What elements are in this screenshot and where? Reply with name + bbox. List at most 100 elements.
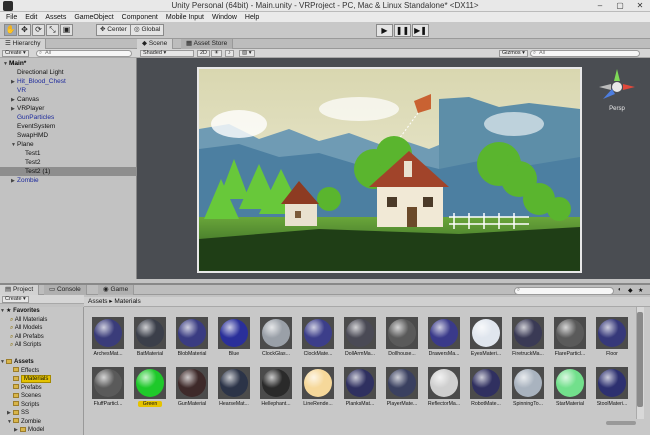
minimize-icon[interactable]: – (590, 0, 610, 12)
folder-item[interactable]: Materials (0, 375, 83, 384)
menu-window[interactable]: Window (208, 14, 241, 21)
material-asset[interactable]: ClockMate... (298, 317, 338, 361)
play-button[interactable]: ▶ (376, 24, 393, 37)
favorite-item[interactable]: ⌕ All Materials (0, 316, 83, 325)
material-asset[interactable]: ArchesMat... (88, 317, 128, 361)
material-asset[interactable]: EyesMateri... (466, 317, 506, 361)
folder-item[interactable]: Scenes (0, 392, 83, 401)
zoom-slider[interactable] (606, 421, 636, 425)
hierarchy-item[interactable]: ▶ Hit_Blood_Chest (0, 77, 137, 86)
hierarchy-item[interactable]: Test2 (0, 158, 137, 167)
folder-item[interactable]: ▶ SS (0, 409, 83, 418)
hierarchy-item[interactable]: ▶ VRPlayer (0, 104, 137, 113)
create-button[interactable]: Create ▾ (2, 50, 29, 57)
material-asset[interactable]: StoolMateri... (592, 367, 632, 411)
material-asset[interactable]: BatMaterial (130, 317, 170, 361)
hierarchy-item[interactable]: Test1 (0, 149, 137, 158)
project-search-input[interactable]: ⌕ (514, 287, 614, 295)
effects-dropdown-icon[interactable]: ▨ ▾ (239, 50, 255, 57)
rect-tool-icon[interactable]: ▣ (60, 24, 73, 36)
folder-item[interactable]: ▶ Model (0, 426, 83, 435)
material-asset[interactable]: DrawersMa... (424, 317, 464, 361)
material-asset[interactable]: StarMaterial (550, 367, 590, 411)
asset-scrollbar-thumb[interactable] (637, 312, 643, 407)
2d-toggle[interactable]: 2D (197, 50, 211, 57)
favorite-item[interactable]: ⌕ All Models (0, 324, 83, 333)
material-asset[interactable]: Hellephant... (256, 367, 296, 411)
menu-assets[interactable]: Assets (41, 14, 70, 21)
maximize-icon[interactable]: ▢ (610, 0, 630, 12)
breadcrumb[interactable]: Assets ▸ Materials (84, 297, 650, 307)
material-asset[interactable]: DollArmMa... (340, 317, 380, 361)
gizmos-dropdown[interactable]: Gizmos ▾ (499, 50, 528, 57)
favorite-search-icon[interactable]: ★ (638, 287, 643, 294)
shading-dropdown[interactable]: Shaded ▾ (140, 50, 194, 57)
menu-help[interactable]: Help (241, 14, 263, 21)
material-asset[interactable]: Dollhouse... (382, 317, 422, 361)
material-asset[interactable]: FiretruckMa... (508, 317, 548, 361)
hierarchy-item[interactable]: ▼Main* (0, 59, 137, 68)
menu-mobile-input[interactable]: Mobile Input (162, 14, 208, 21)
material-asset[interactable]: GunMaterial (172, 367, 212, 411)
move-tool-icon[interactable]: ✥ (18, 24, 31, 36)
step-button[interactable]: ▶❚ (412, 24, 429, 37)
hierarchy-item[interactable]: SwapHMD (0, 131, 137, 140)
hierarchy-item[interactable]: EventSystem (0, 122, 137, 131)
hierarchy-item[interactable]: VR (0, 86, 137, 95)
material-asset[interactable]: LineRende... (298, 367, 338, 411)
material-asset[interactable]: FlareParticl... (550, 317, 590, 361)
menu-component[interactable]: Component (118, 14, 162, 21)
audio-toggle-icon[interactable]: ♪ (225, 50, 234, 57)
material-asset[interactable]: ReflectorMa... (424, 367, 464, 411)
orientation-gizmo[interactable]: Persp (597, 67, 637, 117)
scene-viewport[interactable] (197, 67, 582, 273)
folder-item[interactable]: Scripts (0, 401, 83, 410)
hierarchy-item[interactable]: ▶ Canvas (0, 95, 137, 104)
tab-game[interactable]: ◉ Game (98, 285, 135, 295)
material-asset[interactable]: ClockGlas... (256, 317, 296, 361)
hierarchy-item[interactable]: Test2 (1) (0, 167, 137, 176)
rotate-tool-icon[interactable]: ⟳ (32, 24, 45, 36)
material-asset[interactable]: SpinningTo... (508, 367, 548, 411)
menu-edit[interactable]: Edit (21, 14, 41, 21)
project-create-button[interactable]: Create ▾ (2, 296, 29, 303)
scene-search-input[interactable]: ⌕ All (530, 50, 640, 57)
tab-scene[interactable]: ◆ Scene (137, 39, 174, 49)
filter-by-label-icon[interactable]: ◆ (628, 287, 633, 294)
material-asset[interactable]: FluffParticl... (88, 367, 128, 411)
hierarchy-item[interactable]: Directional Light (0, 68, 137, 77)
tab-hierarchy[interactable]: ☰ Hierarchy (0, 39, 47, 49)
folder-item[interactable]: Prefabs (0, 384, 83, 393)
pause-button[interactable]: ❚❚ (394, 24, 411, 37)
favorite-item[interactable]: ⌕ All Prefabs (0, 333, 83, 342)
tab-asset-store[interactable]: ▦ Asset Store (181, 39, 234, 49)
scale-tool-icon[interactable]: ⤡ (46, 24, 59, 36)
tab-project[interactable]: ▤ Project (0, 285, 40, 295)
folder-item[interactable]: Effects (0, 367, 83, 376)
hierarchy-item[interactable]: ▼Plane (0, 140, 137, 149)
material-asset[interactable]: Green (130, 367, 170, 411)
hand-tool-icon[interactable]: ✋ (4, 24, 17, 36)
pivot-center-button[interactable]: ✥ Center (96, 24, 131, 36)
pivot-global-button[interactable]: ◎ Global (130, 24, 165, 36)
material-asset[interactable]: HearseMat... (214, 367, 254, 411)
material-asset[interactable]: Floor (592, 317, 632, 361)
assets-header[interactable]: ▼ Assets (0, 358, 83, 367)
material-asset[interactable]: Blue (214, 317, 254, 361)
folder-item[interactable]: ▼ Zombie (0, 418, 83, 427)
material-asset[interactable]: PlayerMate... (382, 367, 422, 411)
material-asset[interactable]: PlanksMat... (340, 367, 380, 411)
hierarchy-item[interactable]: ▶ Zombie (0, 176, 137, 185)
hierarchy-item[interactable]: GunParticles (0, 113, 137, 122)
filter-by-type-icon[interactable]: ◐ (618, 287, 622, 293)
menu-file[interactable]: File (2, 14, 21, 21)
close-icon[interactable]: ✕ (630, 0, 650, 12)
material-asset[interactable]: BlobMaterial (172, 317, 212, 361)
tab-console[interactable]: ▭ Console (44, 285, 87, 295)
hierarchy-search-input[interactable]: ⌕ All (36, 50, 132, 57)
lighting-toggle-icon[interactable]: ☀ (211, 50, 222, 57)
menu-gameobject[interactable]: GameObject (70, 14, 117, 21)
favorite-item[interactable]: ⌕ All Scripts (0, 341, 83, 350)
favorites-header[interactable]: ▼★ Favorites (0, 307, 83, 316)
persp-label[interactable]: Persp (597, 106, 637, 112)
